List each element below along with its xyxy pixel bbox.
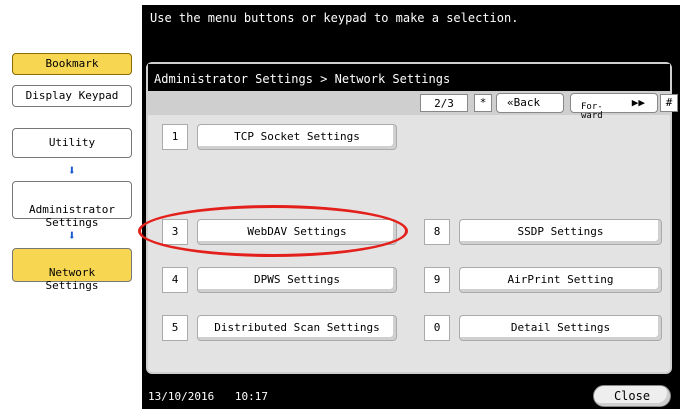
item-4-number: 4: [162, 267, 188, 293]
close-button[interactable]: Close: [593, 385, 671, 407]
star-key[interactable]: *: [474, 94, 492, 112]
path-network-label: Network Settings: [45, 266, 99, 292]
back-button[interactable]: «Back: [496, 93, 564, 113]
distributed-scan-settings-button[interactable]: Distributed Scan Settings: [197, 315, 397, 341]
date-text: 13/10/2016: [148, 390, 215, 403]
item-0-number: 0: [424, 315, 450, 341]
forward-button[interactable]: For- ward ▶▶: [570, 93, 658, 121]
instruction-bar: Use the menu buttons or keypad to make a…: [142, 5, 680, 55]
path-network-settings[interactable]: Network Settings: [12, 248, 132, 292]
path-utility[interactable]: Utility: [12, 128, 132, 158]
time-text: 10:17: [234, 390, 268, 403]
instruction-text: Use the menu buttons or keypad to make a…: [150, 11, 519, 25]
display-keypad-label: Display Keypad: [25, 89, 119, 102]
breadcrumb-text: Administrator Settings > Network Setting…: [154, 72, 451, 86]
bookmark-label: Bookmark: [45, 57, 99, 70]
webdav-settings-button[interactable]: WebDAV Settings: [197, 219, 397, 245]
page-indicator: 2/3: [420, 94, 468, 112]
dpws-settings-button[interactable]: DPWS Settings: [197, 267, 397, 293]
star-key-label: *: [479, 96, 487, 109]
item-5-number: 5: [162, 315, 188, 341]
path-utility-label: Utility: [48, 136, 96, 149]
item-3-number: 3: [162, 219, 188, 245]
breadcrumb: Administrator Settings > Network Setting…: [148, 64, 670, 94]
forward-label: For- ward: [581, 102, 603, 121]
tcp-socket-settings-button[interactable]: TCP Socket Settings: [197, 124, 397, 150]
path-administrator-settings[interactable]: Administrator Settings: [12, 181, 132, 229]
close-label: Close: [613, 389, 651, 403]
forward-arrow-icon: ▶▶: [631, 96, 645, 109]
item-1-number: 1: [162, 124, 188, 150]
detail-settings-button[interactable]: Detail Settings: [459, 315, 662, 341]
hash-key-label: #: [665, 96, 673, 109]
item-8-number: 8: [424, 219, 450, 245]
down-arrow-icon: ⬇: [67, 228, 77, 244]
bookmark-button[interactable]: Bookmark: [12, 53, 132, 75]
display-keypad-button[interactable]: Display Keypad: [12, 85, 132, 107]
down-arrow-icon: ⬇: [67, 163, 77, 179]
hash-key[interactable]: #: [660, 94, 678, 112]
item-9-number: 9: [424, 267, 450, 293]
ssdp-settings-button[interactable]: SSDP Settings: [459, 219, 662, 245]
back-label: «Back: [507, 96, 541, 109]
airprint-setting-button[interactable]: AirPrint Setting: [459, 267, 662, 293]
page-indicator-text: 2/3: [434, 97, 454, 110]
